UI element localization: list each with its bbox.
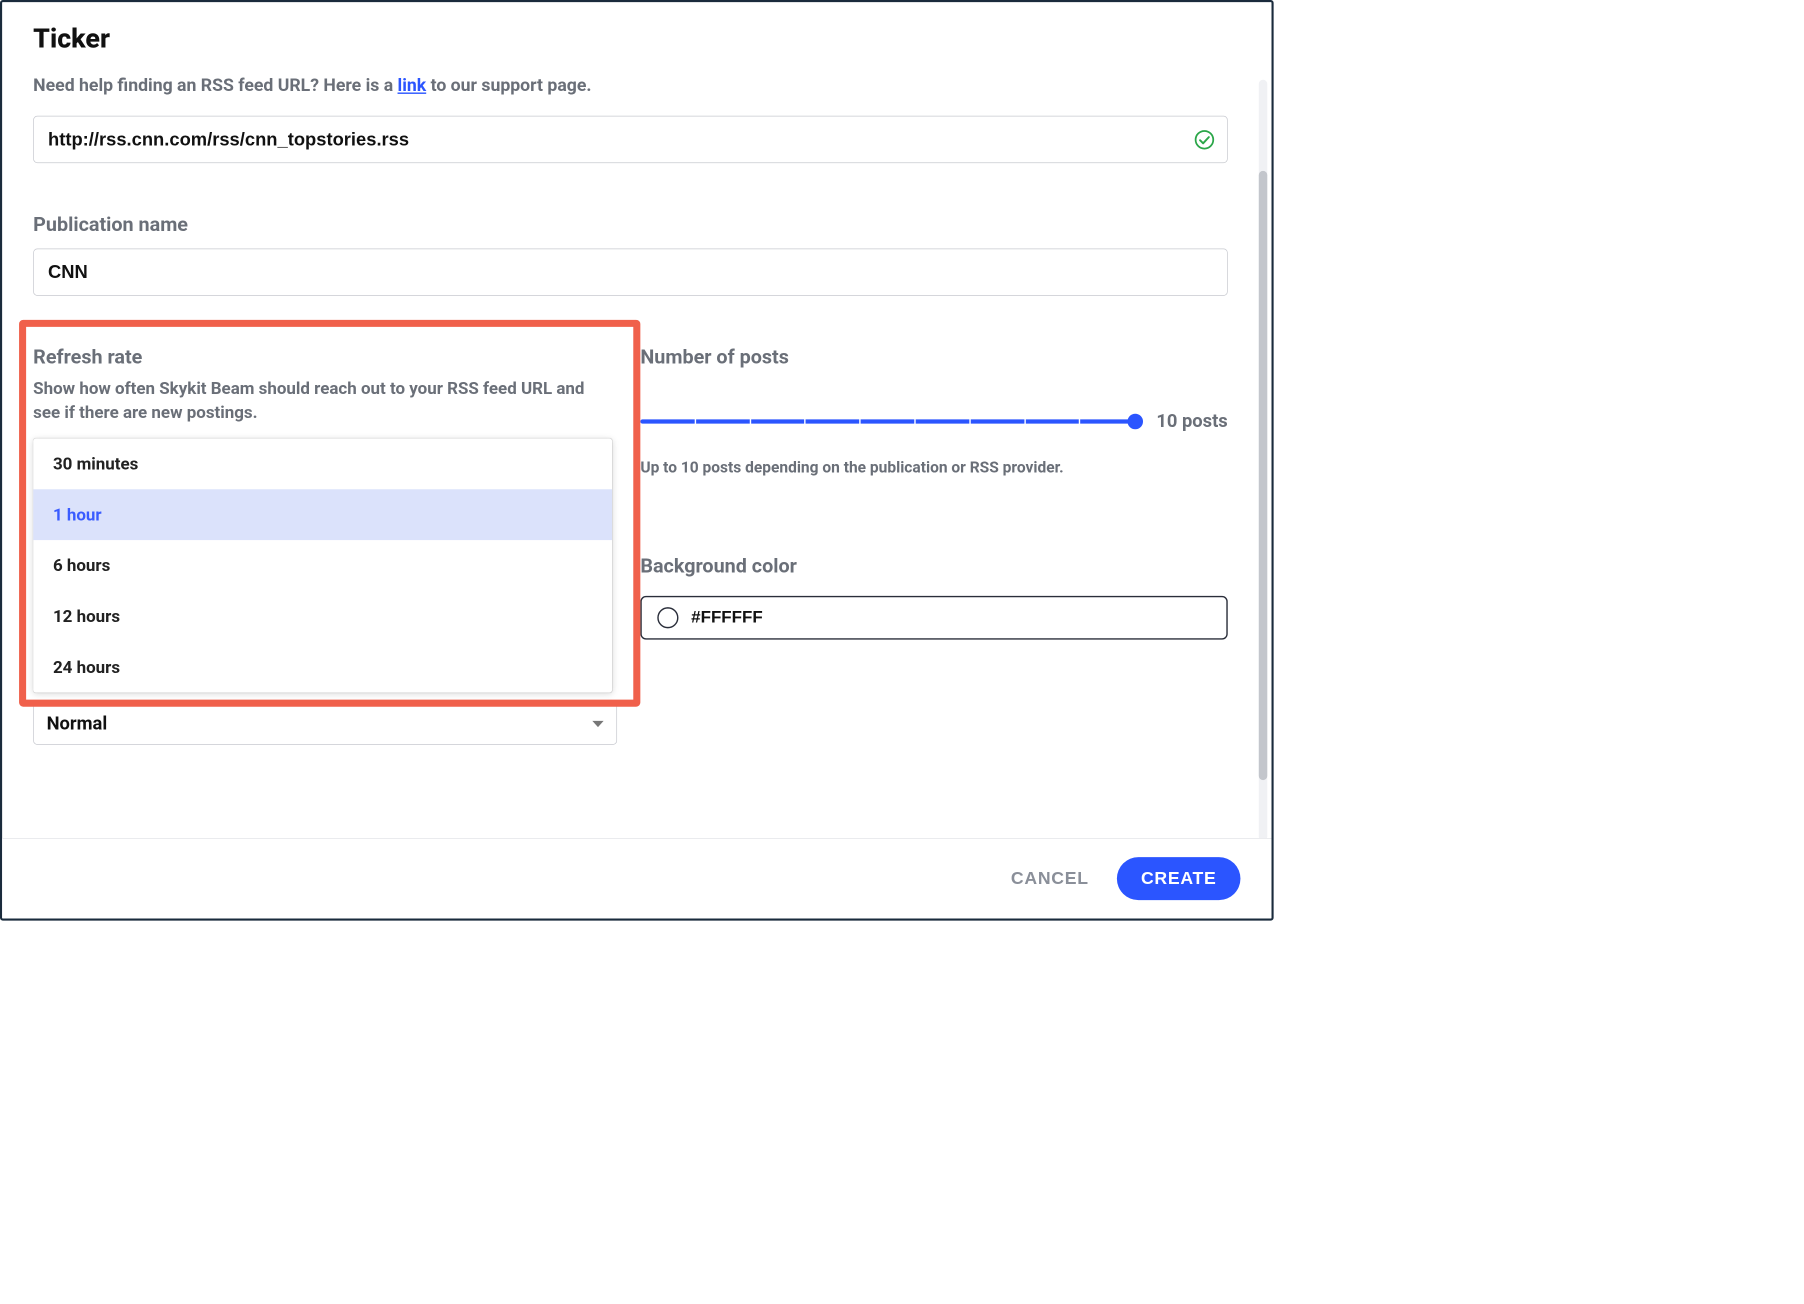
posts-hint: Up to 10 posts depending on the publicat… [640, 459, 1227, 477]
modal-frame: Ticker RSS feed URL Need help finding an… [0, 0, 1274, 921]
cancel-button[interactable]: CANCEL [1004, 857, 1096, 900]
modal-footer: CANCEL CREATE [2, 838, 1271, 918]
bgcolor-label: Background color [640, 554, 1227, 577]
rss-help-text: Need help finding an RSS feed URL? Here … [33, 76, 1228, 96]
posts-slider-thumb[interactable] [1127, 414, 1143, 430]
posts-col: Number of posts 10 posts [640, 345, 1227, 692]
refresh-option-30min[interactable]: 30 minutes [33, 439, 612, 490]
modal-title: Ticker [2, 2, 1271, 61]
rss-help-suffix: to our support page. [426, 76, 591, 96]
refresh-option-1hour[interactable]: 1 hour [33, 489, 612, 540]
refresh-dropdown-menu[interactable]: 30 minutes 1 hour 6 hours 12 hours 24 ho… [33, 439, 612, 693]
speed-select-value: Normal [47, 713, 108, 734]
refresh-label: Refresh rate [33, 345, 612, 368]
posts-slider-row: 10 posts [640, 411, 1227, 432]
rss-help-prefix: Need help finding an RSS feed URL? Here … [33, 76, 397, 96]
rss-url-input[interactable] [33, 116, 1228, 163]
settings-row: Refresh rate Show how often Skykit Beam … [33, 345, 1228, 692]
publication-input[interactable] [33, 249, 1228, 296]
posts-label: Number of posts [640, 345, 1227, 368]
valid-check-icon [1194, 129, 1215, 150]
chevron-down-icon [592, 721, 603, 727]
posts-slider[interactable] [640, 419, 1135, 423]
bgcolor-swatch-icon [657, 607, 678, 628]
refresh-description: Show how often Skykit Beam should reach … [33, 377, 612, 424]
scroll-area: RSS feed URL Need help finding an RSS fe… [2, 66, 1259, 848]
refresh-option-6hours[interactable]: 6 hours [33, 540, 612, 591]
publication-field-wrap [33, 249, 1228, 296]
rss-help-link[interactable]: link [398, 76, 427, 96]
create-button[interactable]: CREATE [1117, 857, 1241, 900]
bgcolor-input-wrap[interactable] [640, 596, 1227, 640]
posts-value-text: 10 posts [1156, 411, 1227, 432]
scrollbar-thumb[interactable] [1259, 171, 1267, 780]
refresh-option-24hours[interactable]: 24 hours [33, 642, 612, 693]
refresh-col: Refresh rate Show how often Skykit Beam … [33, 345, 612, 692]
speed-select[interactable]: Normal [33, 703, 617, 745]
bgcolor-input[interactable] [691, 608, 1211, 628]
refresh-option-12hours[interactable]: 12 hours [33, 591, 612, 642]
publication-label: Publication name [33, 213, 1228, 236]
scrollbar-vertical[interactable] [1259, 80, 1267, 841]
rss-url-field-wrap [33, 116, 1228, 163]
